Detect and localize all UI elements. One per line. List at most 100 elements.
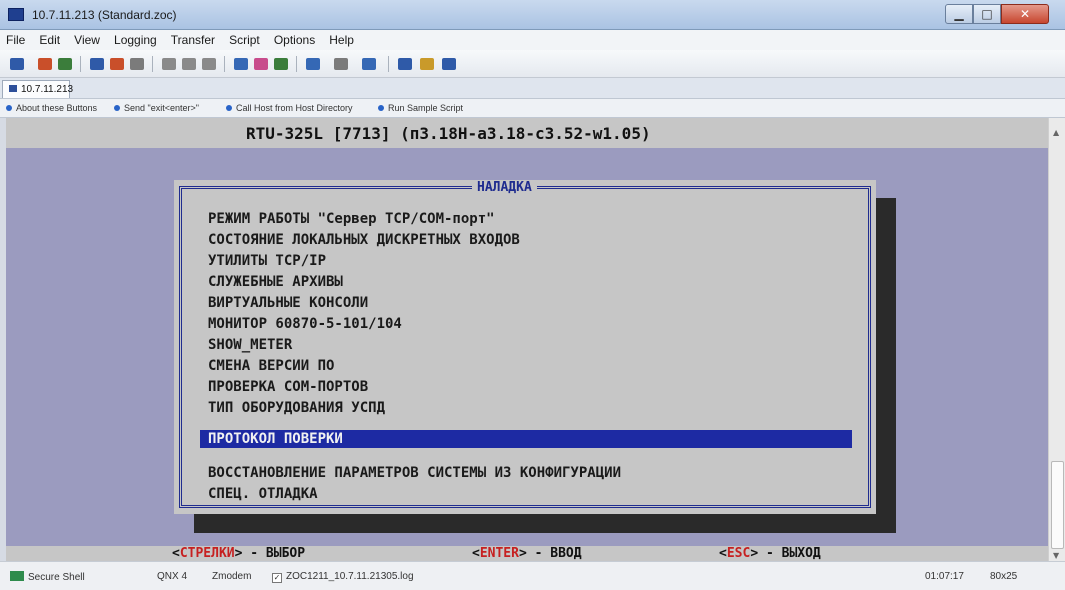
menu-file[interactable]: File [0,30,30,47]
menu-item-mode[interactable]: РЕЖИМ РАБОТЫ "Сервер TCP/COM-порт" [208,211,495,227]
toolbar-separator [224,56,225,72]
copy-icon[interactable] [162,58,176,70]
session-tab-row: 10.7.11.213 [0,78,1065,98]
menu-item-show-meter[interactable]: SHOW_METER [208,337,292,353]
about-buttons-button[interactable]: About these Buttons [6,103,97,113]
menu-item-equipment-type[interactable]: ТИП ОБОРУДОВАНИЯ УСПД [208,400,385,416]
connect-icon[interactable] [58,58,72,70]
log-file-indicator[interactable]: ✓ ZOC1211_10.7.11.21305.log [272,571,414,583]
close-session-icon[interactable] [110,58,124,70]
close-button[interactable]: ✕ [1001,4,1049,24]
arrows-action: > - ВЫБОР [234,546,306,561]
session-time: 01:07:17 [925,571,964,582]
edit-icon[interactable] [254,58,268,70]
bullet-icon [378,105,384,111]
menu-help[interactable]: Help [323,30,359,47]
print-icon[interactable] [202,58,216,70]
toolbar-separator [80,56,81,72]
menu-bar: File Edit View Logging Transfer Script O… [0,30,1065,50]
menu-options[interactable]: Options [268,30,320,47]
notes-icon[interactable] [362,58,376,70]
menu-logging[interactable]: Logging [108,30,162,47]
scrollbar-thumb[interactable] [1051,461,1064,549]
toolbar-separator [388,56,389,72]
session-tab[interactable]: 10.7.11.213 [2,80,74,98]
host-directory-icon[interactable] [90,58,104,70]
menu-item-restore-params[interactable]: ВОССТАНОВЛЕНИЕ ПАРАМЕТРОВ СИСТЕМЫ ИЗ КОН… [208,465,621,481]
binoculars-icon[interactable] [420,58,434,70]
call-host-button[interactable]: Call Host from Host Directory [226,103,353,113]
footer-arrows-hint: <СТРЕЛКИ> - ВЫБОР [172,546,305,561]
terminal-size: 80x25 [990,571,1018,582]
menu-item-special-debug[interactable]: СПЕЦ. ОТЛАДКА [208,486,318,502]
button-label: Run Sample Script [388,103,464,113]
app-icon [8,8,24,21]
menu-edit[interactable]: Edit [33,30,65,47]
pin-icon[interactable] [274,58,288,70]
log-checkbox[interactable]: ✓ [272,573,282,583]
menu-script[interactable]: Script [223,30,265,47]
menu-item-version-change[interactable]: СМЕНА ВЕРСИИ ПО [208,358,334,374]
connection-label: Secure Shell [28,572,85,583]
toolbar [0,50,1065,78]
terminal-footer: <СТРЕЛКИ> - ВЫБОР <ENTER> - ВВОД <ESC> -… [6,546,1048,561]
session-tab-label: 10.7.11.213 [21,84,74,95]
bracket: < [172,546,180,561]
menu-item-service-archives[interactable]: СЛУЖЕБНЫЕ АРХИВЫ [208,274,343,290]
menu-item-selected[interactable]: ПРОТОКОЛ ПОВЕРКИ [200,430,852,448]
key-arrows: СТРЕЛКИ [179,546,235,561]
scroll-down-icon[interactable]: ▼ [1053,551,1059,560]
window-title: 10.7.11.213 (Standard.zoc) [32,8,177,22]
bullet-icon [114,105,120,111]
dialog-title: НАЛАДКА [472,180,537,195]
bracket: < [719,546,727,561]
run-sample-script-button[interactable]: Run Sample Script [378,103,463,113]
bullet-icon [226,105,232,111]
minimize-button[interactable]: ▁ [945,4,973,24]
status-bar: Secure Shell QNX 4 Zmodem ✓ ZOC1211_10.7.… [0,561,1065,590]
new-session-icon[interactable] [10,58,24,70]
bracket: < [472,546,480,561]
button-label: About these Buttons [16,103,98,113]
esc-action: > - ВЫХОД [750,546,821,561]
enter-action: > - ВВОД [518,546,582,561]
menu-item-com-check[interactable]: ПРОВЕРКА COM-ПОРТОВ [208,379,368,395]
vertical-scrollbar[interactable]: ▲ ▼ [1048,118,1065,561]
key-esc: ESC [726,546,751,561]
maximize-button[interactable]: □ [973,4,1001,24]
footer-esc-hint: <ESC> - ВЫХОД [719,546,821,561]
title-bar: 10.7.11.213 (Standard.zoc) ▁ □ ✕ [0,0,1065,30]
menu-item-tcpip-utilities[interactable]: УТИЛИТЫ TCP/IP [208,253,326,269]
menu-transfer[interactable]: Transfer [165,30,220,47]
menu-item-discrete-inputs[interactable]: СОСТОЯНИЕ ЛОКАЛЬНЫХ ДИСКРЕТНЫХ ВХОДОВ [208,232,520,248]
paste-icon[interactable] [182,58,196,70]
run-script-icon[interactable] [306,58,320,70]
toolbar-separator [296,56,297,72]
toolbar-separator [152,56,153,72]
bullet-icon [6,105,12,111]
log-icon[interactable] [334,58,348,70]
connection-type: Secure Shell [10,571,85,583]
menu-item-virtual-consoles[interactable]: ВИРТУАЛЬНЫЕ КОНСОЛИ [208,295,368,311]
footer-enter-hint: <ENTER> - ВВОД [472,546,582,561]
button-label: Call Host from Host Directory [236,103,353,113]
key-enter: ENTER [479,546,519,561]
secure-shell-icon [10,571,24,581]
terminal-header: RTU-325L [7713] (п3.18H-a3.18-c3.52-w1.0… [6,118,1048,148]
terminal-icon [9,85,17,92]
send-exit-button[interactable]: Send "exit<enter>" [114,103,199,113]
button-label: Send "exit<enter>" [124,103,199,113]
session-options-icon[interactable] [130,58,144,70]
menu-view[interactable]: View [68,30,105,47]
disconnect-icon[interactable] [38,58,52,70]
log-file-name: ZOC1211_10.7.11.21305.log [286,571,414,582]
setup-dialog: НАЛАДКА РЕЖИМ РАБОТЫ "Сервер TCP/COM-пор… [174,180,876,514]
send-file-icon[interactable] [234,58,248,70]
columns-icon[interactable] [442,58,456,70]
user-button-bar: About these Buttons Send "exit<enter>" C… [0,98,1065,118]
terminal-screen[interactable]: RTU-325L [7713] (п3.18H-a3.18-c3.52-w1.0… [6,118,1048,561]
menu-item-monitor[interactable]: МОНИТОР 60870-5-101/104 [208,316,402,332]
transfer-protocol-label: Zmodem [212,571,252,582]
scroll-up-icon[interactable]: ▲ [1053,128,1059,137]
chart-icon[interactable] [398,58,412,70]
